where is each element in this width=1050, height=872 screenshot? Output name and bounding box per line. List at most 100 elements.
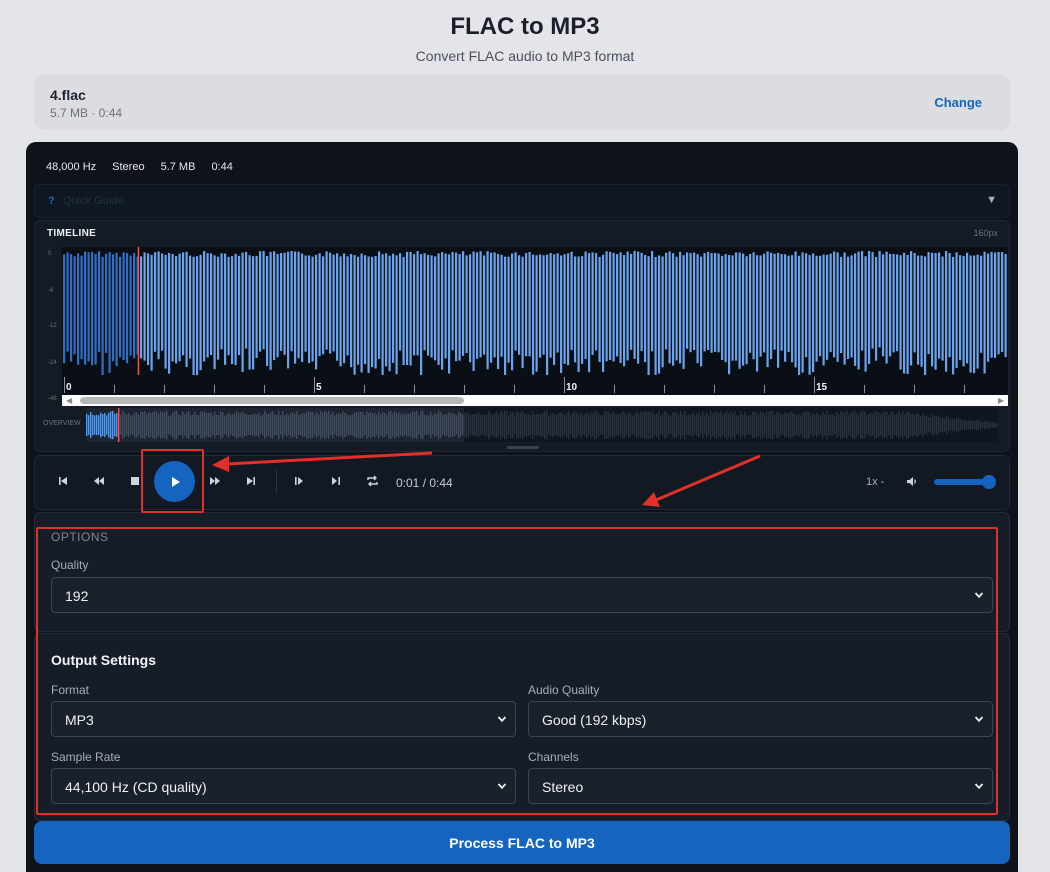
overview-bar xyxy=(966,420,968,430)
waveform-bar xyxy=(819,255,822,357)
overview-bar xyxy=(736,415,738,435)
overview-bar xyxy=(942,417,944,433)
fast-forward-icon xyxy=(210,477,220,485)
skip-end-button[interactable] xyxy=(243,473,259,489)
audio-quality-select[interactable]: Good (192 kbps) xyxy=(528,701,993,737)
waveform-bar xyxy=(882,254,885,357)
skip-start-button[interactable] xyxy=(55,473,71,489)
overview-bar xyxy=(538,414,540,436)
overview-bar xyxy=(978,420,980,430)
overview-bar xyxy=(654,414,656,436)
timeline-scrollbar[interactable]: ◀ ▶ xyxy=(62,395,1008,406)
waveform-bar xyxy=(742,253,745,366)
sample-rate-select[interactable]: 44,100 Hz (CD quality) xyxy=(51,768,516,804)
overview-bar xyxy=(720,411,722,439)
overview-bar xyxy=(904,414,906,436)
waveform-bar xyxy=(934,253,937,370)
overview-bar xyxy=(664,410,666,440)
info-size: 5.7 MB xyxy=(160,161,196,173)
waveform-bar xyxy=(752,252,755,360)
step-back-button[interactable] xyxy=(291,473,307,489)
overview-bar xyxy=(566,412,568,438)
waveform-bar xyxy=(357,256,360,365)
play-button[interactable] xyxy=(154,461,195,502)
waveform-bar xyxy=(248,255,251,370)
scrollbar-thumb[interactable] xyxy=(80,397,464,404)
overview-bar xyxy=(956,418,958,432)
waveform-bar xyxy=(434,256,437,361)
overview-bar xyxy=(634,414,636,436)
overview-bar xyxy=(662,413,664,437)
waveform-bar xyxy=(420,254,423,375)
waveform-bar xyxy=(997,252,1000,355)
overview-bar xyxy=(784,412,786,438)
overview-bar xyxy=(922,413,924,437)
overview-bar xyxy=(604,411,606,440)
overview-waveform[interactable] xyxy=(86,408,998,442)
waveform[interactable] xyxy=(62,247,1008,375)
waveform-bar xyxy=(759,255,762,357)
waveform-bar xyxy=(297,251,300,359)
overview-bar xyxy=(866,414,868,436)
volume-slider-thumb[interactable] xyxy=(982,475,996,489)
time-ruler[interactable]: 0 5 10 15 xyxy=(62,375,1008,395)
db-label: -24 xyxy=(48,360,57,366)
waveform-bar xyxy=(483,255,486,355)
format-select[interactable]: MP3 xyxy=(51,701,516,737)
overview-bar xyxy=(988,421,990,429)
playhead[interactable] xyxy=(137,247,140,375)
quality-select[interactable]: 192 xyxy=(51,577,993,613)
stop-button[interactable] xyxy=(127,473,143,489)
quick-guide-toggle[interactable]: ? Quick Guide ▼ xyxy=(34,184,1010,218)
overview-bar xyxy=(564,414,566,436)
waveform-bar xyxy=(378,251,381,359)
waveform-bar xyxy=(822,254,825,366)
overview-bar xyxy=(540,414,542,437)
scroll-left-icon[interactable]: ◀ xyxy=(66,396,72,405)
loop-button[interactable] xyxy=(364,473,380,489)
overview-viewport[interactable] xyxy=(86,408,464,442)
waveform-bar xyxy=(486,251,489,370)
waveform-bar xyxy=(983,251,986,374)
chevron-down-icon: ▼ xyxy=(986,194,997,206)
overview-bar xyxy=(644,410,646,440)
sample-rate-label: Sample Rate xyxy=(51,750,121,764)
waveform-bar xyxy=(325,251,328,350)
waveform-bar xyxy=(161,253,164,351)
overview-bar xyxy=(668,415,670,435)
waveform-bar xyxy=(924,256,927,375)
overview-bar xyxy=(778,411,780,439)
waveform-bar xyxy=(427,254,430,356)
waveform-bar xyxy=(833,251,836,358)
overview-bar xyxy=(838,414,840,436)
waveform-bar xyxy=(770,252,773,359)
ruler-tick xyxy=(714,385,715,393)
fast-forward-button[interactable] xyxy=(207,473,223,489)
waveform-bar xyxy=(773,253,776,350)
playback-speed-select[interactable]: 1x - xyxy=(866,476,884,488)
waveform-bar xyxy=(584,251,587,359)
overview-bar xyxy=(494,413,496,437)
waveform-bar xyxy=(203,251,206,362)
resize-handle[interactable] xyxy=(507,446,539,449)
rewind-button[interactable] xyxy=(91,473,107,489)
change-file-button[interactable]: Change xyxy=(934,95,982,110)
page-title: FLAC to MP3 xyxy=(450,13,600,40)
scroll-right-icon[interactable]: ▶ xyxy=(998,396,1004,405)
waveform-bar xyxy=(336,253,339,361)
volume-button[interactable] xyxy=(904,473,920,489)
process-button[interactable]: Process FLAC to MP3 xyxy=(34,821,1010,864)
waveform-bar xyxy=(430,255,433,358)
waveform-bar xyxy=(115,252,118,367)
waveform-bar xyxy=(854,253,857,366)
waveform-bar xyxy=(836,252,839,362)
overview-bar xyxy=(510,412,512,438)
overview-bar xyxy=(602,415,604,435)
playback-time: 0:01 / 0:44 xyxy=(396,476,453,490)
channels-select[interactable]: Stereo xyxy=(528,768,993,804)
waveform-bar xyxy=(423,253,426,351)
step-forward-button[interactable] xyxy=(328,473,344,489)
overview-bar xyxy=(744,411,746,439)
ruler-tick xyxy=(414,385,415,393)
overview-bar xyxy=(676,412,678,438)
